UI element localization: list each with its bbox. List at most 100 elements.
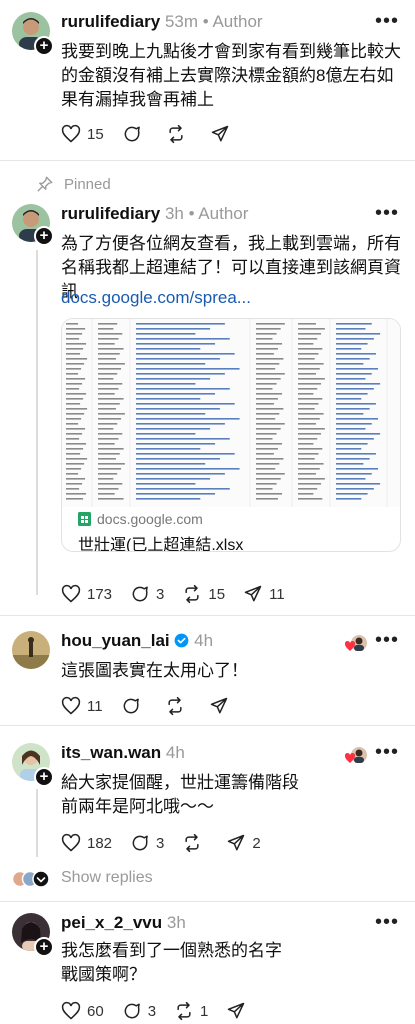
show-replies-button[interactable]: Show replies (61, 869, 153, 887)
reply-button[interactable]: 3 (130, 833, 164, 853)
post-4: + its_wan.wan 4h ••• 給大家提個醒，世壯運籌備階段 前兩年是… (0, 735, 415, 865)
sheet-cell (298, 353, 319, 355)
sheet-cell (256, 378, 281, 380)
sheet-cell (336, 463, 364, 465)
sheet-cell (256, 498, 278, 500)
sheet-cell (66, 468, 82, 470)
sheet-cell (298, 338, 318, 340)
sheet-cell (298, 403, 319, 405)
sheet-cell (256, 348, 278, 350)
divider (0, 725, 415, 726)
sheet-cell (136, 338, 230, 340)
like-button[interactable]: 60 (61, 1001, 104, 1021)
share-button[interactable] (210, 124, 236, 144)
repost-button[interactable] (182, 833, 208, 853)
reply-count: 3 (147, 1002, 157, 1020)
like-button[interactable]: 15 (61, 124, 104, 144)
reply-button[interactable]: 3 (122, 1001, 156, 1021)
sheet-cell (66, 373, 79, 375)
post-meta: 4h (165, 743, 185, 762)
username[interactable]: pei_x_2_vvu (61, 913, 162, 932)
sheet-cell (136, 408, 220, 410)
repost-count: 15 (208, 585, 226, 603)
sheet-cell (66, 328, 86, 330)
sheet-cell (98, 438, 119, 440)
sheet-cell (98, 483, 123, 485)
like-button[interactable]: 173 (61, 584, 112, 604)
post-text: 我要到晚上九點後才會到家有看到幾筆比較大的金額沒有補上去實際決標金額約8億左右如… (61, 42, 401, 109)
sheet-cell (66, 398, 84, 400)
more-options-icon[interactable]: ••• (375, 202, 399, 225)
google-sheets-icon (78, 512, 91, 526)
follow-plus-icon[interactable]: + (34, 937, 54, 957)
follow-plus-icon[interactable]: + (34, 36, 54, 56)
share-count: 11 (269, 585, 285, 603)
follow-plus-icon[interactable]: + (34, 226, 54, 246)
sheet-cell (336, 488, 374, 490)
sheet-cell (66, 383, 83, 385)
repost-button[interactable] (166, 124, 192, 144)
repost-button[interactable] (165, 696, 191, 716)
post-link[interactable]: docs.google.com/sprea... (61, 288, 251, 308)
reply-button[interactable]: 3 (130, 584, 164, 604)
sheet-cell (66, 338, 80, 340)
username[interactable]: hou_yuan_lai (61, 631, 170, 650)
comment-icon (132, 586, 148, 602)
sheet-cell (336, 328, 366, 330)
repost-count: 1 (200, 1002, 209, 1020)
sheet-cell (66, 358, 88, 360)
comment-icon (124, 1003, 140, 1019)
link-preview-card[interactable]: docs.google.com 世壯運(已上超連結.xlsx (61, 318, 401, 552)
sheet-cell (336, 458, 370, 460)
sheet-cell (98, 368, 122, 370)
like-button[interactable]: 11 (61, 696, 103, 716)
replier-avatars[interactable] (11, 869, 52, 889)
sheet-cell (256, 438, 273, 440)
share-button[interactable] (226, 1001, 252, 1021)
sheet-cell (256, 323, 285, 325)
sheet-cell (98, 493, 115, 495)
sheet-cell (298, 398, 323, 400)
username[interactable]: rurulifediary (61, 204, 160, 223)
send-icon (228, 834, 245, 851)
repost-icon (167, 696, 182, 716)
sheet-cell (136, 418, 240, 420)
post-actions: 15 (61, 122, 254, 146)
reply-button[interactable] (121, 696, 147, 716)
post-meta: 3h • Author (164, 204, 249, 223)
reply-button[interactable] (122, 124, 148, 144)
sheet-cell (336, 453, 376, 455)
avatar[interactable] (12, 631, 50, 669)
more-options-icon[interactable]: ••• (375, 741, 399, 764)
follow-plus-icon[interactable]: + (34, 767, 54, 787)
sheet-cell (136, 448, 201, 450)
like-count: 60 (87, 1002, 104, 1020)
sheet-cell (136, 453, 235, 455)
sheet-cell (336, 498, 362, 500)
sheet-cell (66, 348, 84, 350)
share-button[interactable]: 11 (243, 584, 285, 604)
sheet-cell (98, 418, 122, 420)
more-options-icon[interactable]: ••• (375, 10, 399, 33)
sheet-cell (336, 433, 381, 435)
sheet-cell (136, 393, 216, 395)
sheet-cell (256, 403, 274, 405)
more-options-icon[interactable]: ••• (375, 911, 399, 934)
like-button[interactable]: 182 (61, 833, 112, 853)
share-button[interactable] (209, 696, 235, 716)
sheet-cell (298, 348, 323, 350)
sheet-cell (66, 363, 85, 365)
thread-line (36, 250, 38, 595)
share-button[interactable]: 2 (226, 833, 261, 853)
divider (0, 615, 415, 616)
sheet-cell (298, 448, 323, 450)
sheet-cell (66, 493, 87, 495)
repost-button[interactable]: 1 (174, 1001, 208, 1021)
sheet-cell (256, 333, 277, 335)
post-text-line: 給大家提個醒，世壯運籌備階段 (61, 773, 299, 792)
username[interactable]: rurulifediary (61, 12, 160, 31)
username[interactable]: its_wan.wan (61, 743, 161, 762)
more-options-icon[interactable]: ••• (375, 629, 399, 652)
repost-button[interactable]: 15 (182, 584, 225, 604)
sheet-cell (336, 383, 381, 385)
